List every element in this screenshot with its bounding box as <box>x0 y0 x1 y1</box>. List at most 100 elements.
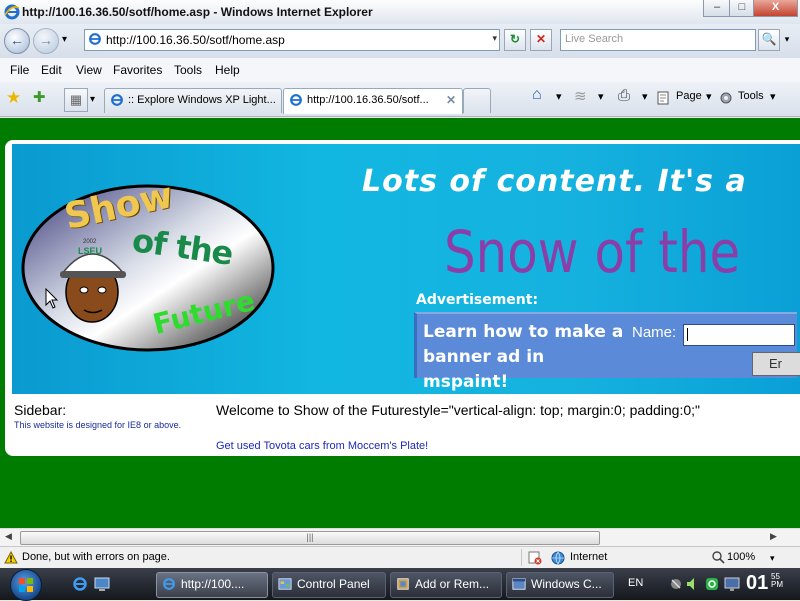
programs-icon <box>397 578 409 590</box>
welcome-text: Welcome to Show of the Futurestyle="vert… <box>216 402 700 418</box>
window-icon <box>512 578 526 590</box>
tab-close-icon[interactable]: ✕ <box>446 93 456 107</box>
status-bar: Done, but with errors on page. Internet … <box>0 546 800 569</box>
taskbar-button-windows[interactable]: Windows C... <box>506 572 614 598</box>
page-menu-dropdown[interactable]: ▾ <box>706 90 712 103</box>
close-window-button[interactable]: X <box>753 0 798 17</box>
logo-cap-year: 2002 <box>83 239 97 245</box>
zoom-level[interactable]: 100% <box>727 551 755 563</box>
menu-view[interactable]: View <box>76 63 102 77</box>
language-indicator[interactable]: EN <box>628 577 643 589</box>
horizontal-scrollbar[interactable]: ◀ ||| ▶ <box>0 528 800 546</box>
tab-label: :: Explore Windows XP Light... <box>128 94 276 106</box>
search-options-dropdown[interactable]: ▾ <box>780 29 794 49</box>
navigation-bar: ← → ▾ http://100.16.36.50/sotf/home.asp … <box>0 24 800 58</box>
favorites-center-star-icon[interactable]: ★ <box>6 88 21 108</box>
logo-cap-text: LSEU <box>78 246 103 256</box>
page-menu-button[interactable]: Page <box>676 90 702 102</box>
blocked-icon <box>528 551 542 565</box>
address-input[interactable]: http://100.16.36.50/sotf/home.asp <box>106 33 285 47</box>
taskbar-button-add-or-remove[interactable]: Add or Rem... <box>390 572 502 598</box>
maximize-button[interactable]: □ <box>729 0 755 17</box>
scroll-left-arrow-icon[interactable]: ◀ <box>5 531 12 542</box>
ad-link[interactable]: Get used Toyota cars from Moccem's Plate… <box>216 440 428 449</box>
status-text: Done, but with errors on page. <box>22 551 170 563</box>
refresh-button[interactable]: ↻ <box>504 29 526 51</box>
menu-favorites[interactable]: Favorites <box>113 63 162 77</box>
ie-quick-launch-icon[interactable] <box>72 576 88 592</box>
warning-icon[interactable] <box>4 551 18 564</box>
menu-help[interactable]: Help <box>215 63 240 77</box>
tools-menu-button[interactable]: Tools <box>738 90 764 102</box>
page-icon <box>657 91 669 105</box>
tab-sotf-home[interactable]: http://100.16.36.50/sotf... ✕ <box>283 88 463 114</box>
tab-label: http://100.16.36.50/sotf... <box>307 94 429 106</box>
show-desktop-icon[interactable] <box>94 576 110 592</box>
taskbar-button-label: Windows C... <box>531 577 602 591</box>
scrollbar-thumb[interactable]: ||| <box>20 531 600 545</box>
status-divider <box>521 549 522 566</box>
search-icon[interactable]: 🔍 <box>758 29 780 51</box>
back-button[interactable]: ← <box>4 28 30 54</box>
clock-period: PM <box>771 580 783 589</box>
web-page-content: Show of the Future 2002 LSEU Lots of con… <box>0 118 800 528</box>
zoom-icon <box>712 551 725 564</box>
site-tagline: Lots of content. It's a <box>362 164 747 199</box>
name-field[interactable] <box>683 324 795 346</box>
tab-explore-windows-xp[interactable]: :: Explore Windows XP Light... <box>104 88 282 113</box>
network-tray-icon[interactable] <box>668 576 684 592</box>
home-dropdown[interactable]: ▾ <box>556 90 562 103</box>
menu-tools[interactable]: Tools <box>174 63 202 77</box>
monitor-tray-icon[interactable] <box>724 576 740 592</box>
start-button[interactable] <box>10 569 42 601</box>
feeds-icon[interactable]: ≋ <box>574 87 587 105</box>
internet-explorer-icon <box>4 4 20 20</box>
search-input[interactable]: Live Search <box>565 33 623 45</box>
stop-button[interactable]: ✕ <box>530 29 552 51</box>
home-icon[interactable]: ⌂ <box>532 86 542 104</box>
forward-button[interactable]: → <box>33 28 59 54</box>
add-favorite-icon[interactable]: ✚ <box>33 88 46 106</box>
feeds-dropdown[interactable]: ▾ <box>598 90 604 103</box>
print-icon[interactable]: ⎙ <box>618 87 630 104</box>
ie-page-icon <box>111 94 123 106</box>
ad-text: Learn how to make a banner ad in mspaint… <box>423 322 624 392</box>
new-tab-button[interactable] <box>463 88 491 113</box>
taskbar-button-internet-explorer[interactable]: http://100.... <box>156 572 268 598</box>
minimize-button[interactable]: – <box>703 0 731 17</box>
quick-tabs-button[interactable]: ▦ <box>64 88 88 112</box>
site-title: Snow of the <box>444 218 741 286</box>
search-box[interactable]: Live Search <box>560 29 756 51</box>
taskbar-button-control-panel[interactable]: Control Panel <box>272 572 386 598</box>
taskbar-button-label: Control Panel <box>297 577 370 591</box>
zoom-dropdown[interactable]: ▾ <box>770 553 775 564</box>
enter-button[interactable]: Er <box>752 352 800 376</box>
recent-pages-dropdown[interactable]: ▾ <box>62 34 67 45</box>
advertisement-label: Advertisement: <box>416 292 539 308</box>
clock-minutes-period[interactable]: 55 PM <box>771 573 783 589</box>
page-icon <box>89 33 101 45</box>
security-zone-label: Internet <box>570 551 608 563</box>
address-bar[interactable]: http://100.16.36.50/sotf/home.asp ▾ <box>84 29 500 51</box>
windows-logo-icon <box>19 578 33 592</box>
scroll-right-arrow-icon[interactable]: ▶ <box>770 531 777 542</box>
security-tray-icon[interactable] <box>704 576 720 592</box>
clock-hour[interactable]: 01 <box>746 572 768 595</box>
internet-explorer-icon <box>163 578 175 590</box>
window-title-bar[interactable]: http://100.16.36.50/sotf/home.asp - Wind… <box>0 0 800 25</box>
sidebar-title: Sidebar: <box>14 402 67 418</box>
globe-icon <box>551 551 565 565</box>
menu-bar: File Edit View Favorites Tools Help <box>0 58 800 83</box>
menu-file[interactable]: File <box>10 63 29 77</box>
address-dropdown[interactable]: ▾ <box>492 33 497 44</box>
mouse-pointer-icon <box>45 288 59 309</box>
tab-list-dropdown[interactable]: ▾ <box>90 94 95 105</box>
window-title: http://100.16.36.50/sotf/home.asp - Wind… <box>22 5 373 19</box>
tools-menu-dropdown[interactable]: ▾ <box>770 90 776 103</box>
menu-edit[interactable]: Edit <box>41 63 62 77</box>
advertisement-banner[interactable]: Learn how to make a banner ad in mspaint… <box>414 312 800 392</box>
ie-page-icon <box>290 94 302 106</box>
taskbar-button-label: Add or Rem... <box>415 577 490 591</box>
print-dropdown[interactable]: ▾ <box>642 90 648 103</box>
volume-tray-icon[interactable] <box>686 576 700 592</box>
